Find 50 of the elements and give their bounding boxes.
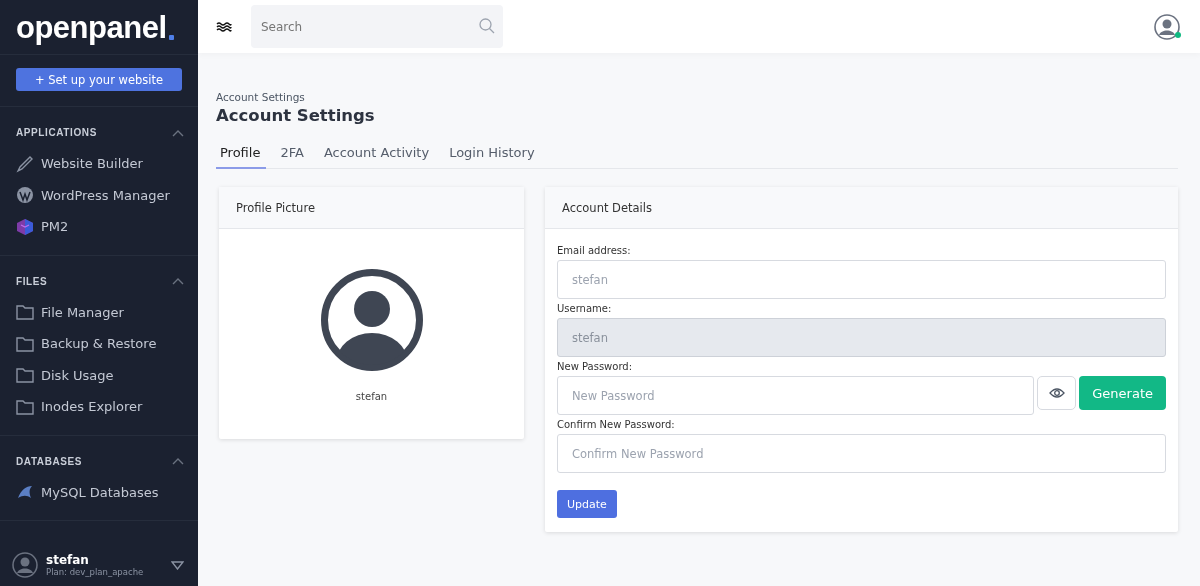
- field-label: New Password:: [557, 361, 634, 372]
- tab[interactable]: 2FA: [276, 145, 310, 169]
- show-password-button[interactable]: [1037, 376, 1077, 410]
- sidebar-item[interactable]: MySQL Databases: [16, 476, 198, 508]
- user-plan: Plan: dev_plan_apache: [46, 567, 145, 577]
- update-button[interactable]: Update: [557, 490, 617, 518]
- user-avatar-icon: [12, 552, 38, 578]
- field-label: Username:: [557, 303, 613, 314]
- eye-icon: [1048, 387, 1065, 399]
- sidebar-item[interactable]: Website Builder: [16, 148, 198, 180]
- user-name: stefan: [46, 553, 90, 567]
- password-field[interactable]: New Password: [557, 376, 1035, 415]
- section-heading: DATABASES: [16, 455, 83, 467]
- dropdown-icon[interactable]: [171, 560, 184, 570]
- input-field[interactable]: Confirm New Password: [557, 434, 1166, 473]
- folder-icon: [16, 304, 34, 321]
- tab[interactable]: Login History: [445, 145, 541, 169]
- chevron-up-icon[interactable]: [172, 277, 184, 285]
- tab[interactable]: Profile: [216, 145, 267, 169]
- folder-icon: [16, 398, 34, 415]
- section-heading: FILES: [16, 275, 48, 287]
- sidebar-item[interactable]: Backup & Restore: [16, 328, 198, 360]
- search-icon: [479, 18, 495, 34]
- menu-icon[interactable]: [216, 21, 232, 32]
- page-title: Account Settings: [216, 106, 376, 125]
- breadcrumb[interactable]: Account Settings: [216, 91, 1178, 103]
- profile-avatar-icon: [319, 268, 424, 372]
- profile-username: stefan: [355, 391, 388, 402]
- wordpress-icon: [16, 186, 34, 205]
- folder-icon: [16, 335, 34, 352]
- cube-icon: [16, 217, 34, 236]
- search-field[interactable]: Search: [251, 5, 503, 48]
- brush-icon: [16, 154, 34, 173]
- section-heading: APPLICATIONS: [16, 127, 97, 138]
- field-label: Email address:: [557, 245, 632, 256]
- setup-website-button[interactable]: + Set up your website: [16, 68, 182, 91]
- sidebar-item[interactable]: PM2: [16, 211, 198, 243]
- sidebar-item[interactable]: Disk Usage: [16, 359, 198, 391]
- sidebar-item[interactable]: WordPress Manager: [16, 179, 198, 211]
- chevron-up-icon[interactable]: [172, 128, 184, 137]
- chevron-up-icon[interactable]: [172, 457, 184, 465]
- sidebar-item[interactable]: File Manager: [16, 296, 198, 328]
- field-label: Confirm New Password:: [557, 419, 676, 430]
- sidebar-item[interactable]: Inodes Explorer: [16, 391, 198, 423]
- folder-icon: [16, 367, 34, 384]
- openpanel-logo[interactable]: openpanel: [16, 11, 174, 43]
- card-title: Profile Picture: [236, 200, 315, 215]
- card-title: Account Details: [562, 200, 652, 215]
- tab[interactable]: Account Activity: [319, 145, 436, 169]
- user-avatar-icon[interactable]: [1154, 13, 1180, 40]
